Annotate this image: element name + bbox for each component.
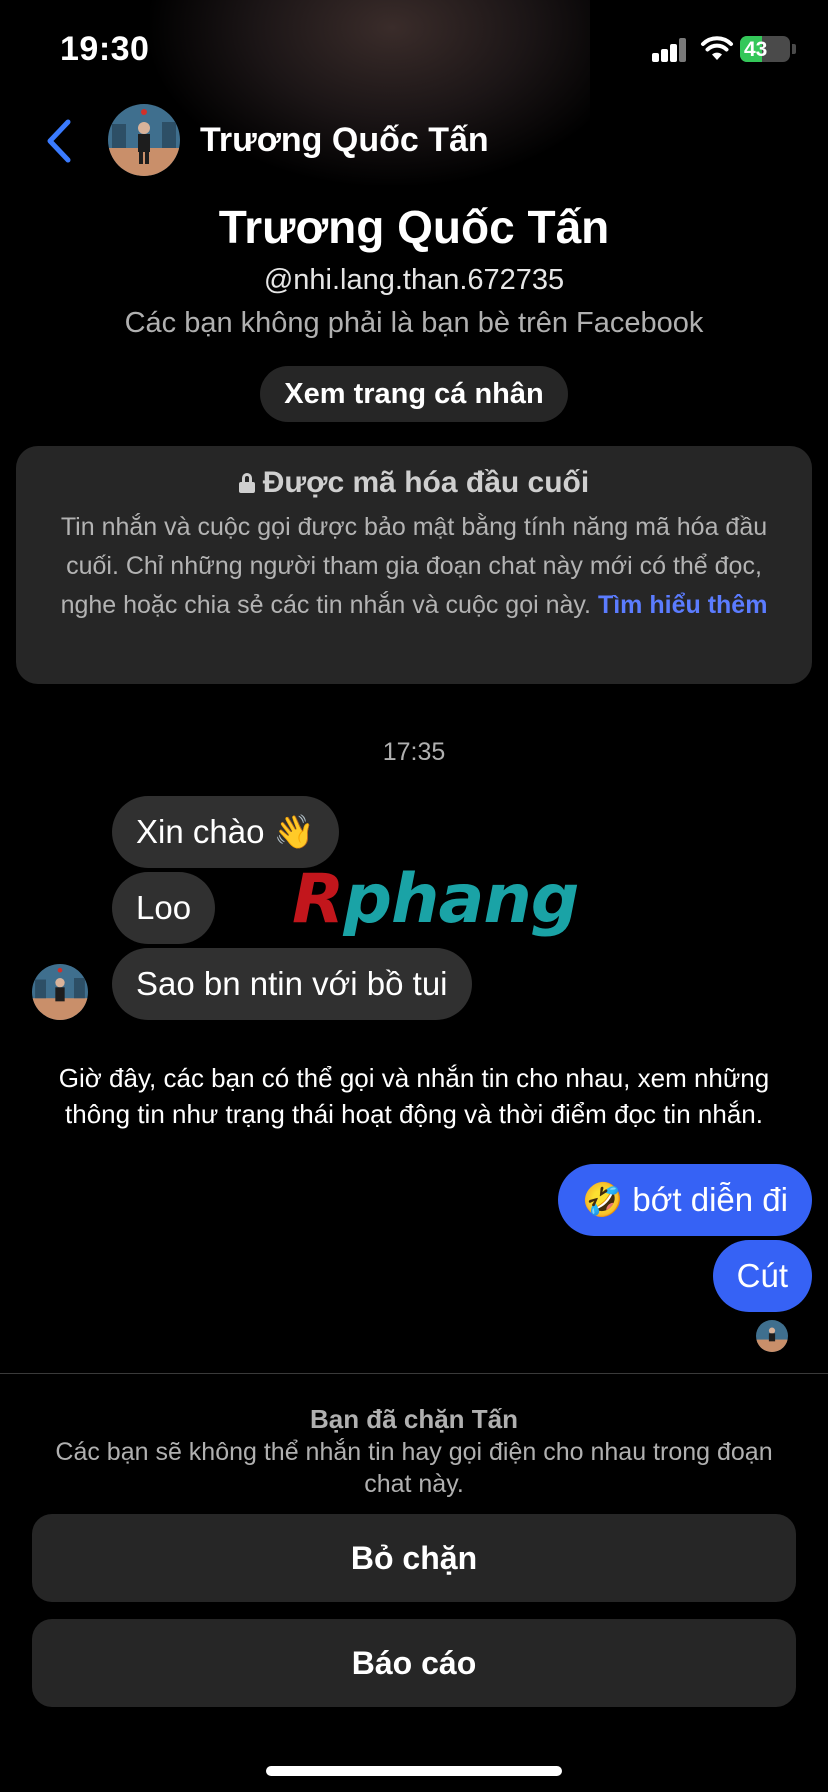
back-button[interactable] [40, 116, 80, 166]
encryption-card: Được mã hóa đầu cuối Tin nhắn và cuộc gọ… [16, 446, 812, 684]
blocked-description: Các bạn sẽ không thể nhắn tin hay gọi đi… [55, 1438, 773, 1498]
header-avatar[interactable] [108, 104, 180, 176]
outgoing-message[interactable]: 🤣 bớt diễn đi [558, 1164, 812, 1236]
battery-text: 43 [744, 38, 768, 61]
avatar-image [32, 964, 88, 1020]
report-button[interactable]: Báo cáo [32, 1619, 796, 1707]
encryption-title: Được mã hóa đầu cuối [16, 466, 812, 500]
unblock-button[interactable]: Bỏ chặn [32, 1514, 796, 1602]
message-timestamp: 17:35 [382, 738, 446, 766]
read-receipt-avatar [756, 1320, 788, 1352]
outgoing-message[interactable]: Cút [712, 1240, 812, 1312]
incoming-message[interactable]: Xin chào 👋 [112, 796, 339, 868]
wifi-icon [701, 36, 733, 60]
home-indicator[interactable] [266, 1766, 562, 1776]
status-time: 19:30 [60, 30, 150, 68]
view-profile-button[interactable]: Xem trang cá nhân [260, 366, 568, 422]
sender-avatar[interactable] [32, 964, 88, 1020]
profile-name: Trương Quốc Tấn [218, 201, 610, 253]
encryption-title-text: Được mã hóa đầu cuối [262, 466, 590, 499]
battery-cap [792, 44, 796, 54]
header-contact-name[interactable]: Trương Quốc Tấn [200, 121, 489, 160]
cellular-signal-icon [652, 38, 688, 62]
friendship-note: Các bạn không phải là bạn bè trên Facebo… [124, 307, 704, 339]
lock-icon [238, 473, 255, 493]
avatar-image [756, 1320, 788, 1352]
system-notice: Giờ đây, các bạn có thể gọi và nhắn tin … [58, 1063, 770, 1129]
avatar-image [108, 104, 180, 176]
battery-icon: 43 [740, 36, 790, 62]
incoming-message[interactable]: Loo [112, 872, 216, 944]
learn-more-link[interactable]: Tìm hiểu thêm [598, 591, 767, 619]
divider [0, 1373, 828, 1374]
watermark-logo: Rphang [292, 860, 579, 939]
incoming-message[interactable]: Sao bn ntin với bồ tui [112, 948, 472, 1020]
blocked-title: Bạn đã chặn Tấn [309, 1404, 519, 1434]
encryption-body: Tin nhắn và cuộc gọi được bảo mật bằng t… [38, 508, 790, 625]
profile-handle: @nhi.lang.than.672735 [263, 264, 565, 296]
